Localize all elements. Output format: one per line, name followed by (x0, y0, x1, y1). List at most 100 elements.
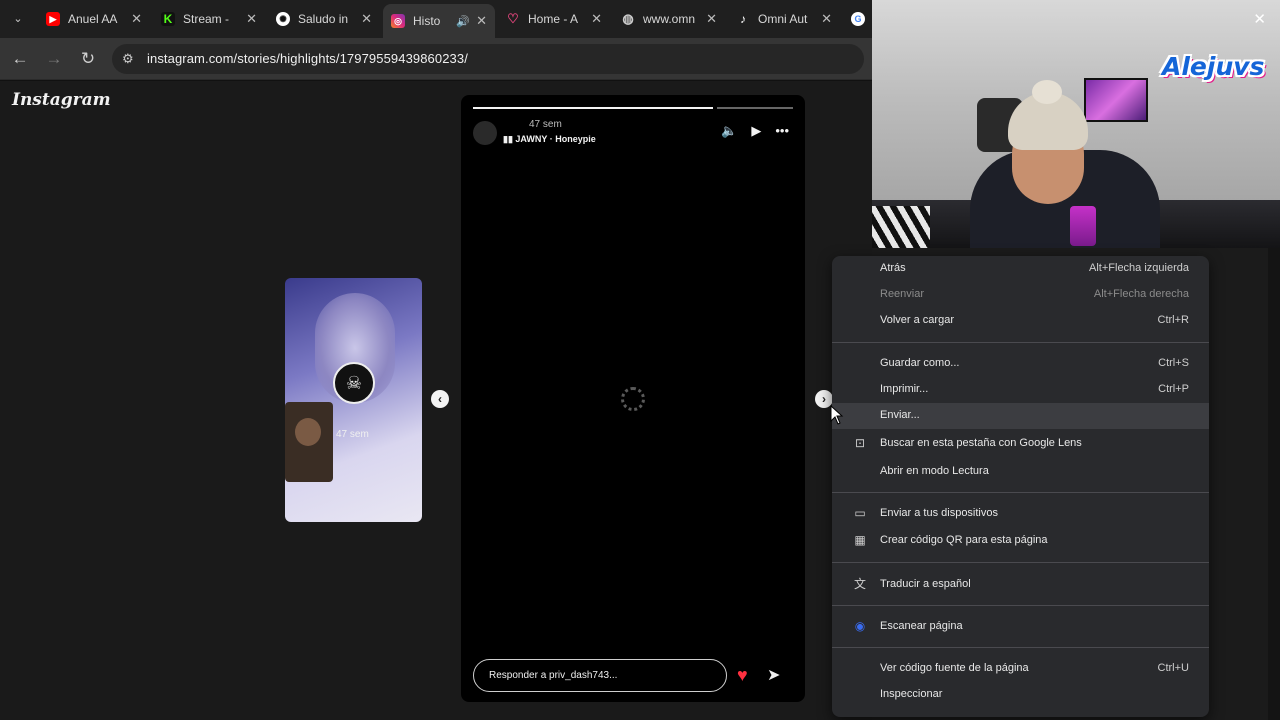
story-header: 47 sem ▮▮ JAWNY · Honeypie 🔈 ▶ ••• (473, 119, 789, 149)
previous-story-time: 47 sem (336, 429, 369, 440)
menu-item-google-lens[interactable]: ⊡ Buscar en esta pestaña con Google Lens (832, 431, 1209, 457)
tab-kick[interactable]: K Stream - ✕ (153, 4, 265, 34)
tab-instagram[interactable]: ◎ Histo 🔊 ✕ (383, 4, 495, 38)
monkey-sticker (285, 402, 333, 482)
reply-placeholder: Responder a priv_dash743... (489, 670, 618, 681)
screen: ⌄ ▶ Anuel AA ✕ K Stream - ✕ ✺ Saludo in … (0, 0, 1280, 720)
menu-item-traducir[interactable]: 文 Traducir a español (832, 572, 1209, 598)
close-icon[interactable]: ✕ (131, 11, 142, 27)
monitor (1084, 78, 1148, 122)
menu-item-reenviar[interactable]: Reenviar Alt+Flecha derecha (832, 282, 1209, 308)
address-bar[interactable]: ⚙ instagram.com/stories/highlights/17979… (112, 44, 864, 74)
menu-item-escanear[interactable]: ◉ Escanear página (832, 614, 1209, 640)
site-info-icon[interactable]: ⚙ (122, 51, 134, 67)
story-author-avatar[interactable] (473, 121, 497, 145)
menu-divider (832, 647, 1209, 648)
like-heart-icon[interactable]: ♥ (737, 665, 748, 686)
reload-icon[interactable]: ↻ (76, 47, 100, 71)
translate-icon: 文 (853, 577, 866, 591)
menu-item-label: Reenviar (880, 288, 925, 300)
tab-title: Stream - (183, 12, 230, 26)
back-icon[interactable]: ← (8, 47, 32, 71)
menu-divider (832, 562, 1209, 563)
volume-icon[interactable]: 🔈 (721, 123, 737, 139)
speaker-icon[interactable]: 🔊 (456, 15, 470, 28)
menu-item-codigo-qr[interactable]: ▦ Crear código QR para esta página (832, 528, 1209, 554)
forward-icon[interactable]: → (42, 47, 66, 71)
fingerprint-icon: ◉ (854, 619, 866, 633)
beanie-pom (1032, 80, 1062, 104)
tab-omni[interactable]: ◍ www.omn ✕ (613, 4, 725, 34)
story-controls: 🔈 ▶ ••• (721, 123, 789, 139)
kick-icon: K (161, 12, 175, 26)
play-icon[interactable]: ▶ (751, 123, 761, 139)
streamer-logo: Alejuvs (1162, 52, 1265, 81)
scrollbar[interactable] (1268, 248, 1280, 720)
story-time: 47 sem (529, 119, 562, 130)
menu-item-label: Ver código fuente de la página (880, 662, 1029, 674)
story-reply-input[interactable]: Responder a priv_dash743... (473, 659, 727, 692)
tab-title: Histo (413, 14, 441, 28)
menu-item-shortcut: Ctrl+R (1157, 314, 1189, 326)
tab-title: Anuel AA (68, 12, 118, 26)
previous-story-card[interactable]: ☠ 47 sem (285, 278, 422, 522)
close-icon[interactable]: ✕ (476, 13, 487, 29)
close-icon[interactable]: ✕ (361, 11, 372, 27)
menu-item-atras[interactable]: Atrás Alt+Flecha izquierda (832, 256, 1209, 282)
openai-icon: ✺ (276, 12, 290, 26)
story-avatar: ☠ (333, 362, 375, 404)
menu-item-label: Inspeccionar (880, 688, 943, 700)
menu-item-label: Traducir a español (880, 578, 971, 590)
more-options-icon[interactable]: ••• (775, 123, 789, 139)
url-text: instagram.com/stories/highlights/1797955… (147, 51, 468, 66)
send-direct-icon[interactable]: ➤ (767, 665, 780, 685)
story-song-text: JAWNY · Honeypie (515, 134, 596, 144)
menu-item-volver-a-cargar[interactable]: Volver a cargar Ctrl+R (832, 308, 1209, 334)
menu-item-label: Imprimir... (880, 383, 929, 395)
close-icon[interactable]: ✕ (591, 11, 602, 27)
menu-item-label: Escanear página (880, 620, 963, 632)
webcam-overlay: Alejuvs ✕ (872, 0, 1280, 248)
menu-item-shortcut: Ctrl+P (1158, 383, 1189, 395)
close-icon[interactable]: ✕ (706, 11, 717, 27)
tab-youtube[interactable]: ▶ Anuel AA ✕ (38, 4, 150, 34)
close-icon[interactable]: ✕ (246, 11, 257, 27)
globe-icon: ◍ (622, 11, 634, 26)
menu-divider (832, 605, 1209, 606)
context-menu: Atrás Alt+Flecha izquierda Reenviar Alt+… (832, 256, 1209, 717)
close-icon[interactable]: ✕ (1253, 10, 1266, 28)
previous-story-button[interactable]: ‹ (431, 390, 449, 408)
menu-item-imprimir[interactable]: Imprimir... Ctrl+P (832, 377, 1209, 403)
microphone (1070, 206, 1096, 246)
menu-item-label: Atrás (880, 262, 906, 274)
menu-item-modo-lectura[interactable]: Abrir en modo Lectura (832, 459, 1209, 485)
menu-item-label: Abrir en modo Lectura (880, 465, 989, 477)
tab-title: www.omn (643, 12, 696, 26)
story-viewer: 47 sem ▮▮ JAWNY · Honeypie 🔈 ▶ ••• Respo… (461, 95, 805, 702)
menu-item-codigo-fuente[interactable]: Ver código fuente de la página Ctrl+U (832, 656, 1209, 682)
qr-code-icon: ▦ (854, 533, 866, 547)
close-icon[interactable]: ✕ (821, 11, 832, 27)
menu-item-guardar-como[interactable]: Guardar como... Ctrl+S (832, 351, 1209, 377)
tab-google[interactable]: G (843, 4, 873, 34)
menu-item-enviar-dispositivos[interactable]: ▭ Enviar a tus dispositivos (832, 501, 1209, 527)
tab-home[interactable]: ♡ Home - A ✕ (498, 4, 610, 34)
instagram-page: Instagram ☠ 47 sem ‹ 47 sem ▮▮ JAWNY · H… (0, 81, 872, 720)
story-song-label[interactable]: ▮▮ JAWNY · Honeypie (503, 134, 596, 145)
instagram-icon: ◎ (391, 14, 405, 28)
google-icon: G (851, 12, 865, 26)
devices-icon: ▭ (854, 506, 866, 520)
tab-search-icon[interactable]: ⌄ (6, 8, 30, 30)
tab-chatgpt[interactable]: ✺ Saludo in ✕ (268, 4, 380, 34)
lens-icon: ⊡ (854, 436, 866, 450)
tab-title: Home - A (528, 12, 579, 26)
menu-divider (832, 342, 1209, 343)
menu-item-shortcut: Alt+Flecha izquierda (1089, 262, 1189, 274)
tab-tiktok[interactable]: ♪ Omni Aut ✕ (728, 4, 840, 34)
menu-item-inspeccionar[interactable]: Inspeccionar (832, 682, 1209, 708)
mouse-cursor-icon (830, 405, 844, 425)
tiktok-icon: ♪ (740, 12, 746, 26)
menu-item-enviar[interactable]: Enviar... (832, 403, 1209, 429)
instagram-logo[interactable]: Instagram (12, 90, 111, 110)
story-progress-bar (473, 107, 793, 109)
